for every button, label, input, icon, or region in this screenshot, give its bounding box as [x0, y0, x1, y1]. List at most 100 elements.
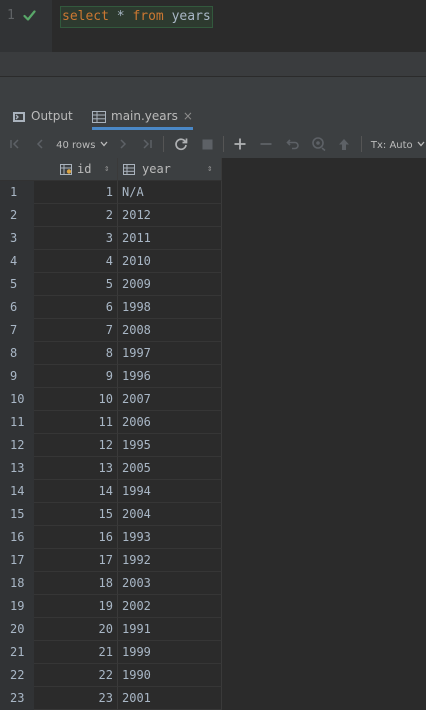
cell-id[interactable]: 19 — [34, 595, 118, 618]
row-number[interactable]: 5 — [0, 273, 34, 296]
cell-id[interactable]: 8 — [34, 342, 118, 365]
row-number[interactable]: 11 — [0, 411, 34, 434]
cell-year[interactable]: 1999 — [118, 641, 222, 664]
row-number[interactable]: 17 — [0, 549, 34, 572]
row-number[interactable]: 1 — [0, 181, 34, 204]
first-page-icon[interactable] — [6, 130, 24, 158]
table-row[interactable]: 9 9 1996 — [0, 365, 222, 388]
cell-year[interactable]: 2009 — [118, 273, 222, 296]
row-number[interactable]: 18 — [0, 572, 34, 595]
cell-year[interactable]: 2004 — [118, 503, 222, 526]
row-number[interactable]: 7 — [0, 319, 34, 342]
row-number[interactable]: 9 — [0, 365, 34, 388]
table-row[interactable]: 21 21 1999 — [0, 641, 222, 664]
sort-icon[interactable]: ⇕ — [207, 158, 212, 181]
refresh-icon[interactable] — [171, 130, 191, 158]
previous-page-icon[interactable] — [31, 130, 49, 158]
row-number[interactable]: 16 — [0, 526, 34, 549]
cell-year[interactable]: 1993 — [118, 526, 222, 549]
row-number[interactable]: 15 — [0, 503, 34, 526]
row-number[interactable]: 21 — [0, 641, 34, 664]
cell-year[interactable]: 2008 — [118, 319, 222, 342]
table-row[interactable]: 2 2 2012 — [0, 204, 222, 227]
cell-year[interactable]: 1995 — [118, 434, 222, 457]
cell-id[interactable]: 14 — [34, 480, 118, 503]
table-row[interactable]: 11 11 2006 — [0, 411, 222, 434]
table-row[interactable]: 6 6 1998 — [0, 296, 222, 319]
table-row[interactable]: 15 15 2004 — [0, 503, 222, 526]
table-row[interactable]: 14 14 1994 — [0, 480, 222, 503]
row-number[interactable]: 12 — [0, 434, 34, 457]
delete-row-icon[interactable] — [256, 130, 276, 158]
table-row[interactable]: 3 3 2011 — [0, 227, 222, 250]
column-header-year[interactable]: year ⇕ — [118, 158, 222, 181]
sort-icon[interactable]: ⇕ — [104, 158, 109, 181]
table-row[interactable]: 18 18 2003 — [0, 572, 222, 595]
row-number[interactable]: 4 — [0, 250, 34, 273]
table-row[interactable]: 7 7 2008 — [0, 319, 222, 342]
cell-year[interactable]: 2001 — [118, 687, 222, 710]
cell-id[interactable]: 17 — [34, 549, 118, 572]
table-row[interactable]: 10 10 2007 — [0, 388, 222, 411]
cell-id[interactable]: 20 — [34, 618, 118, 641]
add-row-icon[interactable] — [230, 130, 250, 158]
cell-id[interactable]: 9 — [34, 365, 118, 388]
cell-id[interactable]: 2 — [34, 204, 118, 227]
next-page-icon[interactable] — [114, 130, 132, 158]
row-number[interactable]: 22 — [0, 664, 34, 687]
submit-icon[interactable] — [335, 130, 353, 158]
cell-year[interactable]: 1991 — [118, 618, 222, 641]
cell-id[interactable]: 16 — [34, 526, 118, 549]
table-row[interactable]: 8 8 1997 — [0, 342, 222, 365]
cell-id[interactable]: 5 — [34, 273, 118, 296]
revert-icon[interactable] — [283, 130, 303, 158]
row-number[interactable]: 14 — [0, 480, 34, 503]
preview-changes-icon[interactable] — [308, 130, 330, 158]
cell-year[interactable]: 2003 — [118, 572, 222, 595]
last-page-icon[interactable] — [138, 130, 156, 158]
stop-icon[interactable] — [198, 130, 216, 158]
cell-year[interactable]: 2002 — [118, 595, 222, 618]
cell-year[interactable]: 2011 — [118, 227, 222, 250]
cell-year[interactable]: 1998 — [118, 296, 222, 319]
cell-id[interactable]: 12 — [34, 434, 118, 457]
row-number[interactable]: 20 — [0, 618, 34, 641]
cell-id[interactable]: 7 — [34, 319, 118, 342]
table-row[interactable]: 12 12 1995 — [0, 434, 222, 457]
table-row[interactable]: 5 5 2009 — [0, 273, 222, 296]
sql-editor[interactable]: 1 select * from years — [0, 0, 426, 52]
cell-year[interactable]: 2005 — [118, 457, 222, 480]
row-number[interactable]: 2 — [0, 204, 34, 227]
cell-id[interactable]: 10 — [34, 388, 118, 411]
table-row[interactable]: 19 19 2002 — [0, 595, 222, 618]
table-row[interactable]: 22 22 1990 — [0, 664, 222, 687]
row-number[interactable]: 10 — [0, 388, 34, 411]
cell-year[interactable]: 1996 — [118, 365, 222, 388]
cell-year[interactable]: 2007 — [118, 388, 222, 411]
cell-id[interactable]: 23 — [34, 687, 118, 710]
code-line[interactable]: select * from years — [60, 6, 213, 28]
close-icon[interactable]: × — [183, 109, 193, 123]
cell-year[interactable]: 1990 — [118, 664, 222, 687]
row-number[interactable]: 13 — [0, 457, 34, 480]
cell-id[interactable]: 3 — [34, 227, 118, 250]
cell-id[interactable]: 15 — [34, 503, 118, 526]
transaction-mode-dropdown[interactable]: Tx: Auto — [370, 130, 426, 158]
cell-id[interactable]: 4 — [34, 250, 118, 273]
row-number[interactable]: 8 — [0, 342, 34, 365]
panel-splitter[interactable] — [0, 76, 426, 103]
table-row[interactable]: 23 23 2001 — [0, 687, 222, 710]
table-row[interactable]: 13 13 2005 — [0, 457, 222, 480]
table-row[interactable]: 20 20 1991 — [0, 618, 222, 641]
cell-year[interactable]: 1994 — [118, 480, 222, 503]
table-row[interactable]: 1 1 N/A — [0, 181, 222, 204]
cell-year[interactable]: 1997 — [118, 342, 222, 365]
cell-year[interactable]: 2012 — [118, 204, 222, 227]
table-row[interactable]: 16 16 1993 — [0, 526, 222, 549]
table-row[interactable]: 4 4 2010 — [0, 250, 222, 273]
cell-id[interactable]: 22 — [34, 664, 118, 687]
column-header-id[interactable]: id ⇕ — [34, 158, 118, 181]
table-row[interactable]: 17 17 1992 — [0, 549, 222, 572]
cell-year[interactable]: 1992 — [118, 549, 222, 572]
cell-year[interactable]: 2006 — [118, 411, 222, 434]
